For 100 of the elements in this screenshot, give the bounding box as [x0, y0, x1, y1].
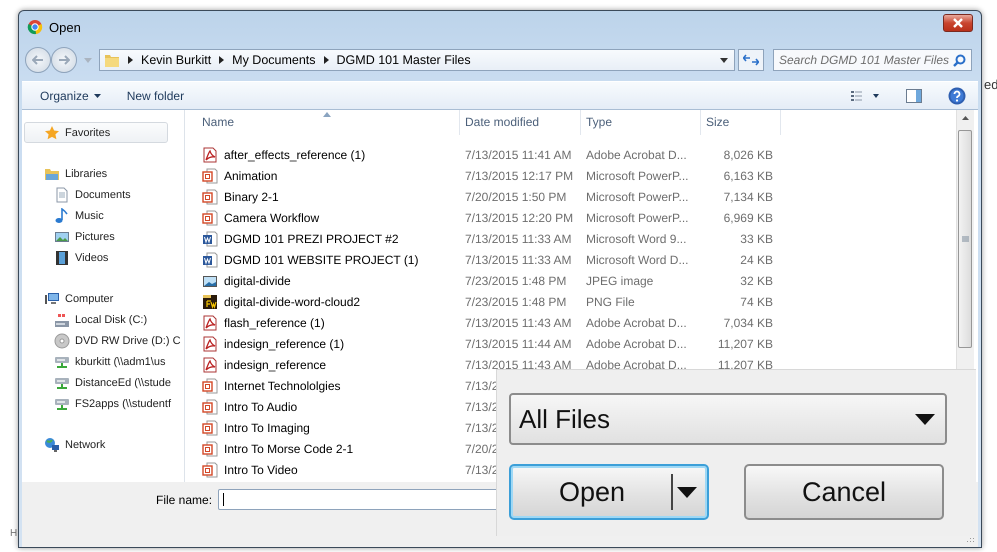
word-file-icon: [202, 252, 218, 268]
chevron-icon: [128, 56, 133, 64]
dropdown-caret-icon: [915, 414, 935, 424]
breadcrumb-item[interactable]: My Documents: [232, 53, 316, 67]
size-cell: 74 KB: [740, 294, 773, 308]
presentation-file-icon: [202, 188, 218, 204]
file-name[interactable]: Internet Technololgies: [224, 378, 341, 392]
file-name[interactable]: Intro To Morse Code 2-1: [224, 442, 354, 456]
search-icon: [953, 54, 966, 66]
sidebar-item[interactable]: Libraries: [22, 163, 170, 184]
type-cell: Microsoft PowerP...: [586, 190, 688, 204]
caret-icon: [94, 94, 101, 98]
sidebar-item[interactable]: DVD RW Drive (D:) C: [22, 330, 184, 351]
column-header[interactable]: Size: [701, 110, 781, 135]
sidebar-item[interactable]: Favorites: [24, 122, 168, 143]
sort-arrow-icon: [323, 112, 331, 117]
window-title: Open: [49, 20, 81, 34]
presentation-file-icon: [202, 168, 218, 184]
presentation-file-icon: [202, 440, 218, 456]
presentation-file-icon: [202, 420, 218, 436]
size-cell: 7,034 KB: [724, 316, 773, 330]
caret-icon: [84, 58, 92, 62]
size-cell: 33 KB: [740, 232, 773, 246]
column-header[interactable]: Type: [581, 110, 701, 135]
computer-icon: [44, 290, 60, 306]
size-cell: 11,207 KB: [718, 358, 773, 372]
file-name[interactable]: indesign_reference (1): [224, 336, 344, 350]
sidebar-item[interactable]: kburkitt (\\adm1\us: [22, 351, 184, 372]
size-cell: 6,163 KB: [724, 168, 773, 182]
type-cell: Adobe Acrobat D...: [586, 148, 687, 162]
close-icon: [952, 18, 964, 28]
type-cell: Microsoft PowerP...: [586, 210, 688, 224]
new-folder-button[interactable]: New folder: [122, 86, 188, 104]
scroll-up-icon: [962, 116, 969, 120]
refresh-button[interactable]: [738, 49, 764, 71]
help-button[interactable]: [946, 84, 968, 106]
file-name[interactable]: Binary 2-1: [224, 190, 279, 204]
background-text: H: [10, 528, 18, 539]
sidebar-item[interactable]: Computer: [22, 288, 170, 309]
field-label: File name:: [156, 493, 212, 507]
app-icon: [27, 19, 43, 35]
presentation-file-icon: [202, 398, 218, 414]
music-note-icon: [54, 208, 70, 224]
sidebar-item[interactable]: Network: [22, 434, 170, 455]
open-button[interactable]: Open: [509, 464, 709, 520]
dropdown-caret-icon: [720, 58, 728, 62]
type-cell: Adobe Acrobat D...: [586, 316, 687, 330]
file-name[interactable]: digital-divide-word-cloud2: [224, 294, 360, 308]
type-cell: Microsoft Word D...: [586, 252, 688, 266]
date-cell: 7/13/2015 11:41 AM: [465, 148, 572, 162]
date-cell: 7/13/2015 11:33 AM: [465, 232, 572, 246]
breadcrumb-item[interactable]: DGMD 101 Master Files: [336, 53, 471, 67]
date-cell: 7/13/2015 11:43 AM: [465, 316, 572, 330]
sidebar-item[interactable]: Pictures: [22, 226, 184, 247]
back-button[interactable]: [25, 47, 51, 73]
folder-icon: [104, 52, 120, 68]
cancel-button[interactable]: Cancel: [744, 464, 944, 520]
size-cell: 6,969 KB: [724, 210, 773, 224]
organize-button[interactable]: Organize: [36, 86, 105, 104]
scrollbar-thumb[interactable]: [958, 130, 972, 348]
file-name[interactable]: indesign_reference: [224, 358, 326, 372]
sidebar-item[interactable]: FS2apps (\\studentf: [22, 393, 184, 414]
date-cell: 7/23/2015 1:48 PM: [465, 274, 566, 288]
presentation-file-icon: [202, 462, 218, 478]
address-bar[interactable]: Kevin Burkitt My Documents DGMD 101 Master Files: [99, 49, 735, 71]
sidebar-item[interactable]: Documents: [22, 184, 184, 205]
date-cell: 7/13/2015 11:44 AM: [465, 336, 572, 350]
forward-button[interactable]: [51, 47, 77, 73]
star-icon: [44, 124, 60, 140]
search-field[interactable]: Search DGMD 101 Master Files: [773, 49, 972, 71]
file-name[interactable]: DGMD 101 WEBSITE PROJECT (1): [224, 252, 418, 266]
sidebar-item[interactable]: Music: [22, 205, 184, 226]
close-button[interactable]: [943, 14, 973, 32]
sidebar-item[interactable]: Local Disk (C:): [22, 309, 184, 330]
pdf-file-icon: [202, 356, 218, 372]
sidebar-item[interactable]: DistanceEd (\\stude: [22, 372, 184, 393]
column-header[interactable]: Date modified: [460, 110, 581, 135]
disc-icon: [54, 332, 70, 348]
hard-disk-icon: [54, 312, 70, 328]
sidebar-item[interactable]: Videos: [22, 247, 184, 268]
file-name[interactable]: Animation: [224, 168, 278, 182]
type-cell: Adobe Acrobat D...: [586, 336, 687, 350]
file-name[interactable]: Camera Workflow: [224, 210, 320, 224]
chevron-icon: [219, 56, 224, 64]
preview-pane-button[interactable]: [904, 86, 924, 104]
breadcrumb-item[interactable]: Kevin Burkitt: [141, 53, 212, 67]
file-name[interactable]: DGMD 101 PREZI PROJECT #2: [224, 232, 398, 246]
size-cell: 8,026 KB: [724, 148, 773, 162]
file-name[interactable]: after_effects_reference (1): [224, 148, 366, 162]
file-name[interactable]: flash_reference (1): [224, 316, 325, 330]
presentation-file-icon: [202, 210, 218, 226]
file-type-dropdown[interactable]: All Files: [509, 393, 947, 445]
date-cell: 7/13/2015 12:17 PM: [465, 168, 574, 182]
file-name[interactable]: Intro To Audio: [224, 400, 298, 414]
chevron-icon: [324, 56, 329, 64]
file-name[interactable]: digital-divide: [224, 274, 291, 288]
size-cell: 7,134 KB: [724, 190, 773, 204]
file-name[interactable]: Intro To Video: [224, 462, 298, 476]
file-name[interactable]: Intro To Imaging: [224, 420, 310, 434]
size-cell: 24 KB: [740, 252, 773, 266]
